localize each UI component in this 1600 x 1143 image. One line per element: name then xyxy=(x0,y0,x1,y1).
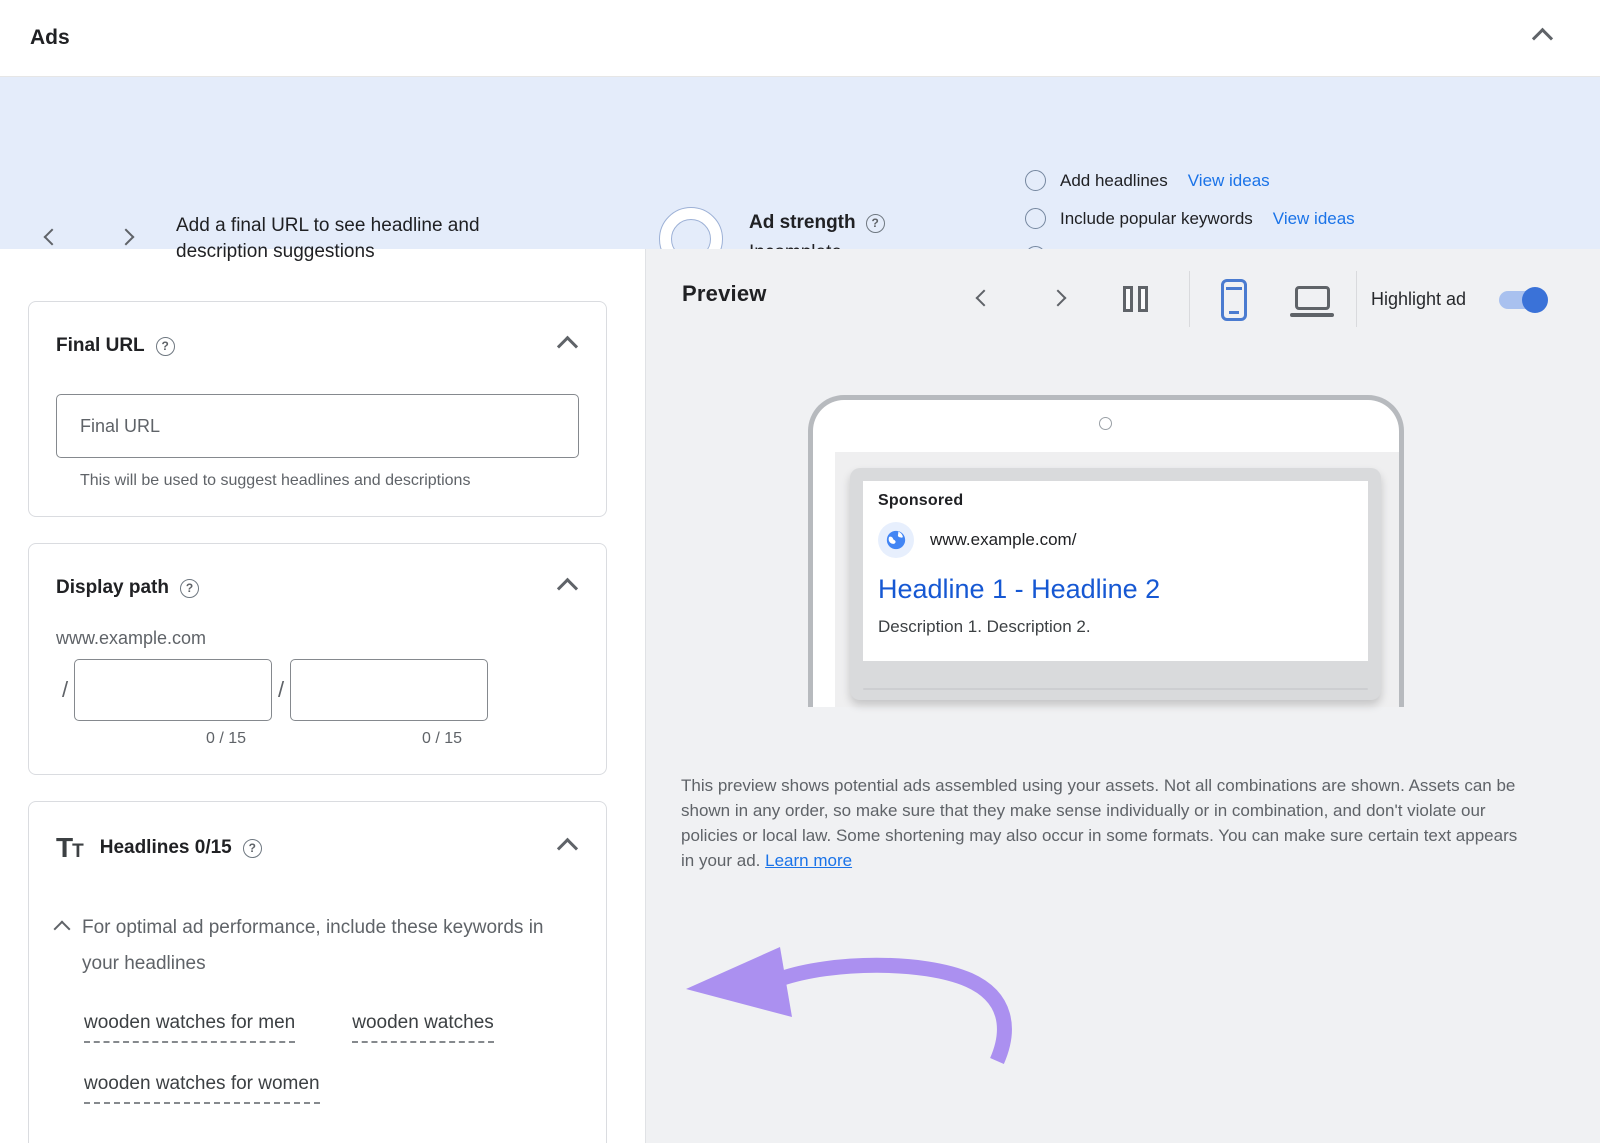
checklist-item-popular-keywords: Include popular keywords View ideas xyxy=(1025,206,1355,231)
final-url-helper-text: This will be used to suggest headlines a… xyxy=(80,472,579,490)
ad-display-url: www.example.com/ xyxy=(930,530,1076,550)
path-separator: / xyxy=(272,659,290,703)
ads-section-header: Ads xyxy=(0,0,1600,77)
learn-more-link[interactable]: Learn more xyxy=(765,851,852,870)
empty-check-circle-icon xyxy=(1025,208,1046,229)
display-path-domain: www.example.com xyxy=(56,628,579,649)
ad-headline: Headline 1 - Headline 2 xyxy=(878,574,1354,605)
chevron-up-icon xyxy=(557,336,578,357)
collapse-keywords-button[interactable] xyxy=(56,922,68,982)
help-icon[interactable] xyxy=(866,214,885,233)
keyword-chip[interactable]: wooden watches xyxy=(352,1012,494,1043)
next-suggestion-button[interactable] xyxy=(120,230,132,248)
ad-description: Description 1. Description 2. xyxy=(878,617,1354,637)
preview-disclaimer: This preview shows potential ads assembl… xyxy=(681,773,1529,873)
ad-strength-label: Ad strength xyxy=(749,212,856,234)
collapse-headlines-button[interactable] xyxy=(556,834,579,862)
highlight-ad-toggle[interactable] xyxy=(1499,291,1544,309)
chevron-up-icon xyxy=(1532,28,1553,49)
view-ideas-link[interactable]: View ideas xyxy=(1273,209,1355,229)
keywords-hint-text: For optimal ad performance, include thes… xyxy=(82,910,579,982)
suggestion-text: Add a final URL to see headline and desc… xyxy=(176,213,548,265)
collapse-display-path-button[interactable] xyxy=(556,574,579,602)
chevron-up-icon xyxy=(557,578,578,599)
sponsored-label: Sponsored xyxy=(878,492,1354,510)
collapse-section-button[interactable] xyxy=(1529,22,1556,54)
final-url-input[interactable] xyxy=(56,394,579,458)
mobile-preview-button[interactable] xyxy=(1221,279,1247,321)
ad-editor-panel: Final URL This will be used to suggest h… xyxy=(0,249,646,1143)
view-ideas-link[interactable]: View ideas xyxy=(1188,171,1270,191)
preview-panel: Preview Highlight ad Sponsored xyxy=(646,249,1600,1143)
suggestions-banner: Add a final URL to see headline and desc… xyxy=(0,77,1600,249)
path-separator: / xyxy=(56,659,74,703)
final-url-title: Final URL xyxy=(56,335,145,357)
headlines-format-icon: TT xyxy=(56,832,84,864)
tablet-mockup: Sponsored www.example.com/ xyxy=(808,395,1404,707)
divider xyxy=(1356,271,1357,327)
headlines-card: TT Headlines 0/15 For optimal ad perform… xyxy=(28,801,607,1143)
help-icon[interactable] xyxy=(243,839,262,858)
chevron-right-icon xyxy=(118,229,135,246)
path-2-counter: 0 / 15 xyxy=(422,730,462,748)
empty-check-circle-icon xyxy=(1025,170,1046,191)
highlight-ad-label: Highlight ad xyxy=(1371,289,1466,310)
chevron-up-icon xyxy=(54,921,71,938)
keyword-suggestions: wooden watches for men wooden watches wo… xyxy=(84,1012,589,1104)
checklist-item-add-headlines: Add headlines View ideas xyxy=(1025,168,1355,193)
next-preview-button[interactable] xyxy=(1052,291,1064,309)
chevron-up-icon xyxy=(557,838,578,859)
camera-dot-icon xyxy=(1099,417,1112,430)
keyword-chip[interactable]: wooden watches for women xyxy=(84,1073,320,1104)
laptop-icon xyxy=(1295,286,1330,310)
ad-preview-card: Sponsored www.example.com/ xyxy=(850,468,1381,700)
display-path-title: Display path xyxy=(56,577,169,599)
previous-preview-button[interactable] xyxy=(978,291,990,309)
globe-icon xyxy=(878,522,914,558)
path-1-counter: 0 / 15 xyxy=(206,730,246,748)
divider xyxy=(863,688,1368,690)
chevron-left-icon xyxy=(976,290,993,307)
final-url-card: Final URL This will be used to suggest h… xyxy=(28,301,607,517)
chevron-right-icon xyxy=(1050,290,1067,307)
help-icon[interactable] xyxy=(180,579,199,598)
divider xyxy=(1189,271,1190,327)
headlines-title: Headlines 0/15 xyxy=(100,837,232,859)
preview-title: Preview xyxy=(682,281,767,307)
purple-arrow-icon xyxy=(680,937,1016,1069)
display-path-input-2[interactable] xyxy=(290,659,488,721)
desktop-preview-button[interactable] xyxy=(1290,286,1334,317)
previous-suggestion-button[interactable] xyxy=(46,230,58,248)
toggle-thumb xyxy=(1522,287,1548,313)
help-icon[interactable] xyxy=(156,337,175,356)
preview-pages-icon[interactable] xyxy=(1123,286,1148,312)
chevron-left-icon xyxy=(44,229,61,246)
display-path-card: Display path www.example.com / 0 / 15 / … xyxy=(28,543,607,775)
display-path-input-1[interactable] xyxy=(74,659,272,721)
page-title: Ads xyxy=(30,26,70,50)
collapse-final-url-button[interactable] xyxy=(556,332,579,360)
keyword-chip[interactable]: wooden watches for men xyxy=(84,1012,295,1043)
